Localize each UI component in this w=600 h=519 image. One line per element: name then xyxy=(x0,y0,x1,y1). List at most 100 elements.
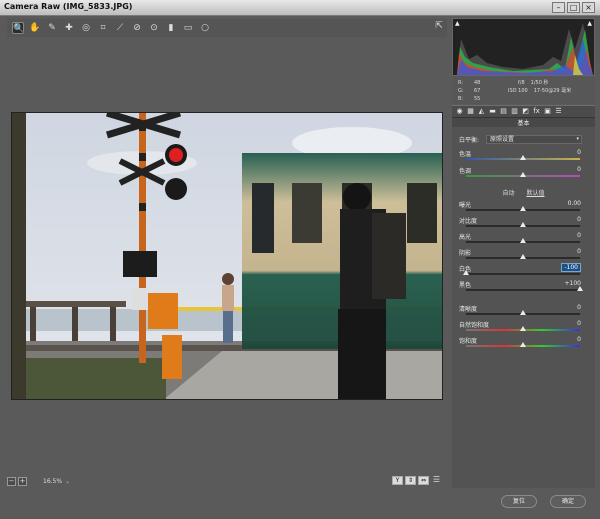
saturation-thumb[interactable] xyxy=(520,342,526,347)
tint-label: 色调 xyxy=(459,168,472,175)
status-bar: − + 16.5% ⌄ Y ⇕ ⇔ ☰ xyxy=(7,474,447,488)
saturation-label: 饱和度 xyxy=(459,338,478,345)
iso-value: ISO 100 xyxy=(508,88,528,94)
shadows-value[interactable]: 0 xyxy=(577,248,581,255)
shadow-clipping-icon[interactable]: ▲ xyxy=(455,20,460,27)
crop-tool-icon[interactable]: ⌗ xyxy=(97,22,109,34)
white-balance-select[interactable]: 原照设置 ▾ xyxy=(486,135,582,144)
vibrance-label: 自然饱和度 xyxy=(459,322,490,329)
tab-basic-icon[interactable]: ◉ xyxy=(455,107,464,116)
tab-hsl-icon[interactable]: ▬ xyxy=(488,107,497,116)
r-value: 48 xyxy=(474,80,481,86)
aperture-value: f/8 xyxy=(518,80,525,86)
white-balance-tool-icon[interactable]: ✎ xyxy=(46,22,58,34)
open-preferences-icon[interactable]: ⇱ xyxy=(433,21,445,33)
tab-split-toning-icon[interactable]: ▤ xyxy=(499,107,508,116)
zoom-tool-icon[interactable]: 🔍 xyxy=(12,22,24,34)
exposure-thumb[interactable] xyxy=(520,206,526,211)
auto-link[interactable]: 自动 xyxy=(503,190,515,197)
basic-panel: 基本 白平衡: 原照设置 ▾ 色温 0 色调 0 自动 默认值 曝光 0.00 … xyxy=(452,118,595,488)
spot-removal-tool-icon[interactable]: ⊘ xyxy=(131,22,143,34)
photo-image xyxy=(12,113,442,399)
hand-tool-icon[interactable]: ✋ xyxy=(29,22,41,34)
auto-default-row: 自动 默认值 xyxy=(452,188,595,197)
zoom-dropdown-icon[interactable]: ⌄ xyxy=(65,478,70,485)
radial-filter-tool-icon[interactable]: ○ xyxy=(199,22,211,34)
tab-tone-curve-icon[interactable]: ▦ xyxy=(466,107,475,116)
histogram: ▲ ▲ xyxy=(452,18,595,76)
contrast-thumb[interactable] xyxy=(520,222,526,227)
histogram-graph xyxy=(457,23,593,75)
chevron-down-icon: ▾ xyxy=(576,136,579,142)
tint-thumb[interactable] xyxy=(520,172,526,177)
shadows-label: 阴影 xyxy=(459,250,472,257)
tab-detail-icon[interactable]: ◭ xyxy=(477,107,486,116)
highlights-thumb[interactable] xyxy=(520,238,526,243)
tab-effects-icon[interactable]: ◩ xyxy=(521,107,530,116)
reset-button[interactable]: 复位 xyxy=(501,495,537,508)
straighten-tool-icon[interactable]: ⟋ xyxy=(114,22,126,34)
title-bar: Camera Raw (IMG_5833.JPG) – □ × xyxy=(0,0,600,16)
r-label: R: xyxy=(458,80,464,86)
contrast-label: 对比度 xyxy=(459,218,478,225)
whites-value[interactable]: -100 xyxy=(561,263,581,272)
vibrance-value[interactable]: 0 xyxy=(577,320,581,327)
shutter-value: 1/50 秒 xyxy=(530,80,549,86)
temperature-thumb[interactable] xyxy=(520,155,526,160)
saturation-value[interactable]: 0 xyxy=(577,336,581,343)
panel-title: 基本 xyxy=(452,118,595,127)
blacks-slider[interactable] xyxy=(466,289,580,291)
highlights-label: 高光 xyxy=(459,234,472,241)
blacks-thumb[interactable] xyxy=(577,286,583,291)
graduated-filter-tool-icon[interactable]: ▭ xyxy=(182,22,194,34)
tab-camera-calibration-icon[interactable]: ▣ xyxy=(543,107,552,116)
ok-button[interactable]: 确定 xyxy=(550,495,586,508)
maximize-button[interactable]: □ xyxy=(567,2,580,13)
whites-thumb[interactable] xyxy=(463,270,469,275)
adjustment-brush-tool-icon[interactable]: ▮ xyxy=(165,22,177,34)
close-button[interactable]: × xyxy=(582,2,595,13)
exposure-value[interactable]: 0.00 xyxy=(568,200,581,207)
panel-tabs: ◉ ▦ ◭ ▬ ▤ ▥ ◩ fx ▣ ☰ xyxy=(452,105,595,118)
preview-settings-icon[interactable]: ☰ xyxy=(431,476,442,485)
highlights-value[interactable]: 0 xyxy=(577,232,581,239)
b-value: 55 xyxy=(474,96,481,102)
lens-value: 17-50@29 毫米 xyxy=(533,88,572,94)
temperature-label: 色温 xyxy=(459,151,472,158)
zoom-in-button[interactable]: + xyxy=(18,476,27,486)
blacks-label: 黑色 xyxy=(459,282,472,289)
b-label: B: xyxy=(458,96,464,102)
minimize-button[interactable]: – xyxy=(552,2,565,13)
white-balance-value: 原照设置 xyxy=(490,136,515,143)
tint-value[interactable]: 0 xyxy=(577,166,581,173)
temperature-value[interactable]: 0 xyxy=(577,149,581,156)
clarity-thumb[interactable] xyxy=(520,310,526,315)
clarity-value[interactable]: 0 xyxy=(577,304,581,311)
copy-settings-button[interactable]: ⇔ xyxy=(418,476,429,485)
white-balance-label: 白平衡: xyxy=(459,137,480,144)
window-title: Camera Raw (IMG_5833.JPG) xyxy=(4,2,133,11)
tab-lens-corrections-icon[interactable]: ▥ xyxy=(510,107,519,116)
zoom-out-button[interactable]: − xyxy=(7,476,16,486)
contrast-value[interactable]: 0 xyxy=(577,216,581,223)
targeted-adjustment-tool-icon[interactable]: ◎ xyxy=(80,22,92,34)
zoom-level[interactable]: 16.5% xyxy=(43,478,62,485)
exposure-label: 曝光 xyxy=(459,202,472,209)
clarity-label: 清晰度 xyxy=(459,306,478,313)
shadows-thumb[interactable] xyxy=(520,254,526,259)
default-link[interactable]: 默认值 xyxy=(526,190,544,197)
tool-bar: 🔍 ✋ ✎ ✚ ◎ ⌗ ⟋ ⊘ ⊙ ▮ ▭ ○ xyxy=(7,19,447,37)
before-after-toggle-button[interactable]: Y xyxy=(392,476,403,485)
photo-preview[interactable] xyxy=(11,112,443,400)
color-sampler-tool-icon[interactable]: ✚ xyxy=(63,22,75,34)
vibrance-thumb[interactable] xyxy=(520,326,526,331)
highlight-clipping-icon[interactable]: ▲ xyxy=(587,20,592,27)
g-value: 67 xyxy=(474,88,481,94)
g-label: G: xyxy=(458,88,464,94)
swap-settings-button[interactable]: ⇕ xyxy=(405,476,416,485)
pixel-readout: R: 48 G: 67 B: 55 f/8 1/50 秒 ISO 100 17-50@29… xyxy=(452,76,595,104)
tab-presets-icon[interactable]: ☰ xyxy=(554,107,563,116)
tab-fx-icon[interactable]: fx xyxy=(532,107,541,116)
whites-slider[interactable] xyxy=(466,273,580,275)
red-eye-tool-icon[interactable]: ⊙ xyxy=(148,22,160,34)
